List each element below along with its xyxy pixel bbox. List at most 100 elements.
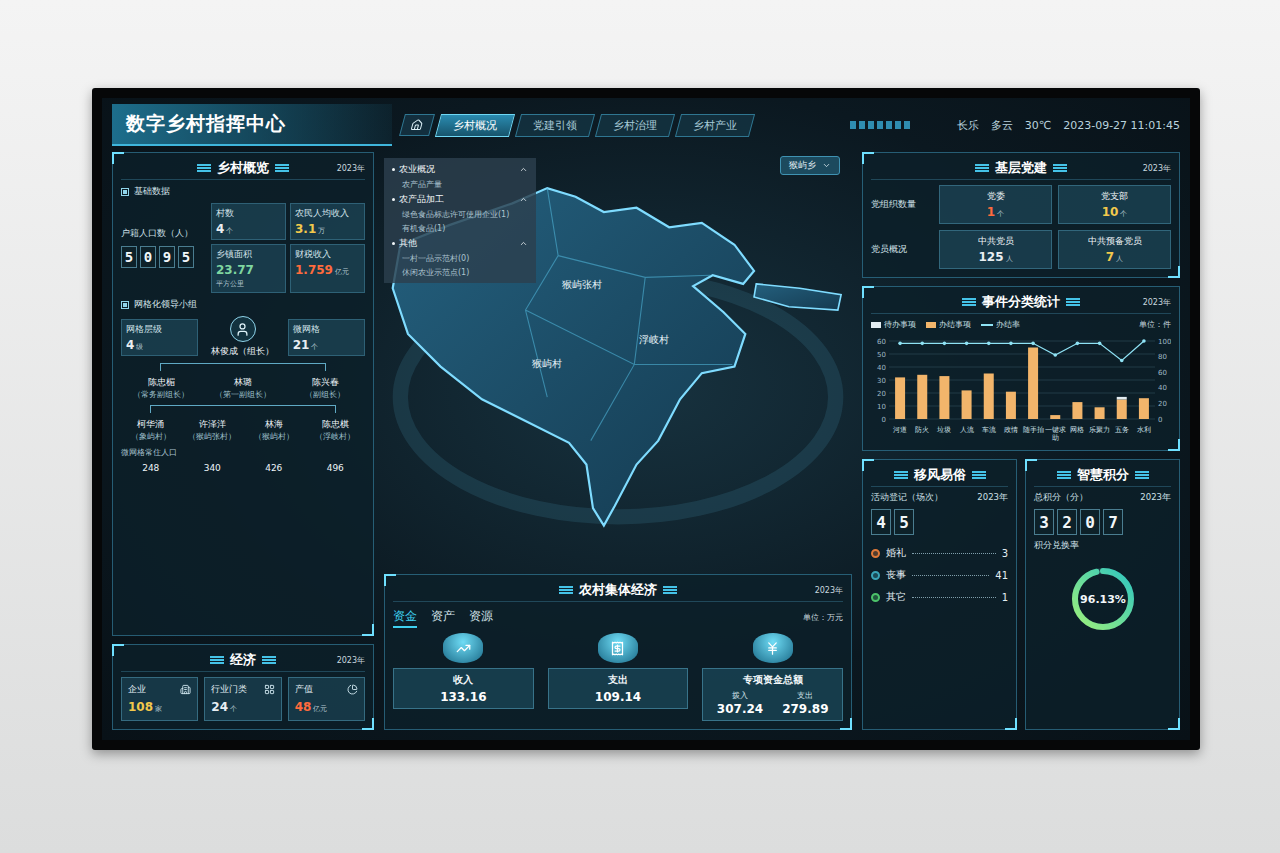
event-bar[interactable]: [984, 374, 994, 420]
economy-header: 经济 2023年: [121, 651, 365, 672]
category-label: 政情: [1000, 427, 1022, 442]
economy-card: 企业108家: [121, 677, 198, 721]
village-head-row: 柯华涌（象屿村）许泽洋（猴屿张村）林海（猴屿村）陈忠棋（浮岐村）: [121, 418, 365, 442]
region-dropdown[interactable]: 猴屿乡: [780, 156, 840, 175]
stat-unit: 个: [311, 342, 318, 352]
event-bar[interactable]: [1050, 415, 1060, 419]
stat-value: 21: [293, 338, 310, 352]
customs-item-label: 丧事: [886, 568, 906, 582]
rate-point: [1009, 342, 1013, 346]
home-button[interactable]: [399, 114, 435, 136]
village-head: 许泽洋（猴屿张村）: [183, 418, 243, 442]
customs-item-value: 41: [995, 570, 1008, 581]
title-deco: [1066, 298, 1080, 306]
year-label: 2023年: [337, 655, 365, 666]
map-layer-item[interactable]: 农产品加工: [392, 193, 528, 206]
dot-leader: [912, 597, 996, 598]
event-bar[interactable]: [1117, 397, 1127, 419]
village-label[interactable]: 浮岐村: [639, 334, 669, 345]
digit-box: 0: [1080, 509, 1100, 535]
customs-row: 婚礼3: [871, 546, 1008, 560]
bullet: [392, 242, 395, 245]
party-row-label: 党组织数量: [871, 198, 933, 211]
person-role: （第一副组长）: [215, 390, 271, 400]
dashboard-screen: 数字乡村指挥中心乡村概况党建引领乡村治理乡村产业长乐多云30℃2023-09-2…: [102, 98, 1190, 740]
party-panel: 基层党建2023年党组织数量党委1个党支部10个党员概况中共党员125人中共预备…: [862, 152, 1180, 278]
map-layer-item[interactable]: 其他: [392, 237, 528, 250]
weather-condition: 多云: [991, 118, 1013, 133]
legend-line: [981, 324, 993, 326]
points-meta: 总积分（分）2023年: [1034, 492, 1171, 504]
stat-unit: 万: [318, 226, 325, 236]
party-header: 基层党建2023年: [871, 159, 1171, 180]
party-value: 125: [978, 250, 1003, 264]
title-deco: [210, 656, 224, 664]
stat-unit: 平方公里: [216, 279, 244, 289]
deputy-row: 陈忠楣（常务副组长）林璐（第一副组长）陈兴春（副组长）: [121, 376, 365, 400]
person-name: 林璐: [234, 376, 252, 389]
micro-grid-population: 340: [183, 463, 243, 473]
map-layer-item[interactable]: 一村一品示范村(0): [392, 253, 528, 264]
event-bar[interactable]: [1139, 398, 1149, 419]
title-deco: [894, 471, 908, 479]
nav-tab[interactable]: 乡村概况: [435, 114, 515, 137]
year-label: 2023年: [1140, 492, 1171, 504]
digit-box: 3: [1034, 509, 1054, 535]
nav-tab[interactable]: 党建引领: [515, 114, 595, 137]
economy-value: 24: [211, 700, 228, 714]
collective-tab[interactable]: 资产: [431, 607, 455, 628]
title-deco: [962, 298, 976, 306]
village-label[interactable]: 猴屿张村: [562, 279, 602, 290]
map-layer-item[interactable]: 有机食品(1): [392, 223, 528, 234]
map-layer-item[interactable]: 农产品产量: [392, 179, 528, 190]
village-head: 陈忠棋（浮岐村）: [306, 418, 366, 442]
digit-box: 9: [159, 246, 175, 268]
economy-title: 经济: [210, 651, 276, 669]
left-axis-tick: 60: [877, 338, 1155, 346]
bullet: [392, 168, 395, 171]
map-area: 猴屿张村猴屿村 浮岐村 农业概况农产品产量农产品加工绿色食品标志许可使用企业(1) 有…: [384, 152, 852, 566]
map-layer-label: 一村一品示范村(0): [402, 253, 528, 264]
collective-card: 收入133.16: [393, 633, 534, 721]
rate-point: [1076, 342, 1080, 346]
title-deco: [663, 586, 677, 594]
party-grid: 党组织数量党委1个党支部10个党员概况中共党员125人中共预备党员7人: [871, 185, 1171, 269]
map-layer-item[interactable]: 休闲农业示范点(1): [392, 267, 528, 278]
party-card-label: 党支部: [1101, 190, 1128, 203]
collective-value-box: 收入133.16: [393, 668, 534, 709]
customs-digits: 45: [871, 509, 1008, 535]
digit-box: 2: [1057, 509, 1077, 535]
event-bar[interactable]: [939, 376, 949, 419]
event-bar[interactable]: [917, 375, 927, 419]
basic-data-label: 基础数据: [121, 185, 365, 198]
map-layer-item[interactable]: 农业概况: [392, 163, 528, 176]
collapse-icon: [519, 165, 528, 174]
legend-item: 办结事项: [926, 319, 971, 330]
collective-tab[interactable]: 资源: [469, 607, 493, 628]
economy-cards: 企业108家行业门类24个产值48亿元: [121, 677, 365, 721]
map-layer-item[interactable]: 绿色食品标志许可使用企业(1): [392, 209, 528, 220]
event-bar[interactable]: [1072, 402, 1082, 419]
chart-wrap: 0102030405060020406080100河道防火垃圾人流车流政情随手拍…: [871, 335, 1171, 442]
region-value: 猴屿乡: [789, 159, 816, 172]
collective-tab[interactable]: 资金: [393, 607, 417, 628]
temperature: 30℃: [1025, 119, 1051, 132]
rate-point: [1053, 353, 1057, 357]
svg-text:96.13%: 96.13%: [1080, 593, 1126, 606]
event-bar[interactable]: [895, 377, 905, 419]
nav-tab[interactable]: 乡村治理: [595, 114, 675, 137]
event-bar[interactable]: [1006, 392, 1016, 419]
event-bar[interactable]: [962, 390, 972, 419]
person-role: （常务副组长）: [133, 390, 189, 400]
right-axis-tick: 100: [1158, 338, 1171, 346]
svg-text:0: 0: [882, 416, 886, 424]
event-bar[interactable]: [1028, 348, 1038, 420]
nav-tab[interactable]: 乡村产业: [675, 114, 755, 137]
village-label[interactable]: 猴屿村: [532, 358, 562, 369]
map-layer-list: 农业概况农产品产量农产品加工绿色食品标志许可使用企业(1) 有机食品(1) 其他一村…: [384, 158, 536, 283]
stat-unit: 级: [136, 342, 143, 352]
customs-item-label: 婚礼: [886, 546, 906, 560]
event-bar[interactable]: [1095, 407, 1105, 419]
person-name: 林海: [265, 418, 283, 431]
village-head: 林海（猴屿村）: [244, 418, 304, 442]
